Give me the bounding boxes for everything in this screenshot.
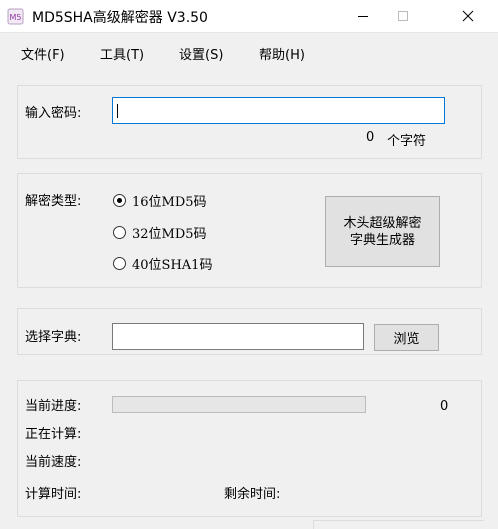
dictionary-generator-button[interactable]: 木头超级解密 字典生成器 <box>325 196 440 267</box>
browse-button[interactable]: 浏览 <box>374 324 439 351</box>
maximize-icon <box>398 11 408 21</box>
computing-label: 正在计算: <box>25 427 82 442</box>
menu-tools[interactable]: 工具(T) <box>100 44 144 63</box>
password-input[interactable] <box>112 97 445 124</box>
progress-value: 0 <box>440 399 449 414</box>
app-icon: M5 <box>7 8 24 25</box>
progress-label: 当前进度: <box>25 399 82 414</box>
radio-button-icon <box>113 256 126 270</box>
window-title: MD5SHA高级解密器 V3.50 <box>32 10 208 26</box>
svg-text:M5: M5 <box>10 13 22 22</box>
password-label: 输入密码: <box>25 106 82 121</box>
maximize-button[interactable] <box>380 0 426 32</box>
radio-sha1-40[interactable]: 40位SHA1码 <box>113 254 213 273</box>
menu-help[interactable]: 帮助(H) <box>259 44 305 63</box>
char-count-unit: 个字符 <box>387 134 427 149</box>
elapsed-time-label: 计算时间: <box>25 487 82 502</box>
radio-md5-32[interactable]: 32位MD5码 <box>113 223 207 242</box>
menu-settings[interactable]: 设置(S) <box>179 44 223 63</box>
char-count: 0 <box>366 130 375 145</box>
title-bar[interactable]: M5 MD5SHA高级解密器 V3.50 <box>0 0 498 33</box>
radio-sha1-40-label: 40位SHA1码 <box>132 257 213 273</box>
radio-button-icon <box>113 225 126 239</box>
radio-md5-16[interactable]: 16位MD5码 <box>113 191 207 210</box>
remaining-time-label: 剩余时间: <box>224 487 281 502</box>
radio-md5-16-label: 16位MD5码 <box>132 194 207 210</box>
radio-button-checked-icon <box>113 193 126 207</box>
decrypt-type-label: 解密类型: <box>25 194 82 209</box>
close-button[interactable] <box>445 0 491 32</box>
text-caret <box>117 104 118 118</box>
speed-label: 当前速度: <box>25 455 82 470</box>
menu-bar: 文件(F) 工具(T) 设置(S) 帮助(H) <box>0 33 498 71</box>
dictionary-input[interactable] <box>112 323 364 350</box>
close-icon <box>462 10 474 22</box>
minimize-icon <box>358 16 368 17</box>
progress-bar <box>112 396 366 413</box>
radio-md5-32-label: 32位MD5码 <box>132 226 207 242</box>
menu-file[interactable]: 文件(F) <box>21 44 65 63</box>
dictionary-label: 选择字典: <box>25 330 82 345</box>
